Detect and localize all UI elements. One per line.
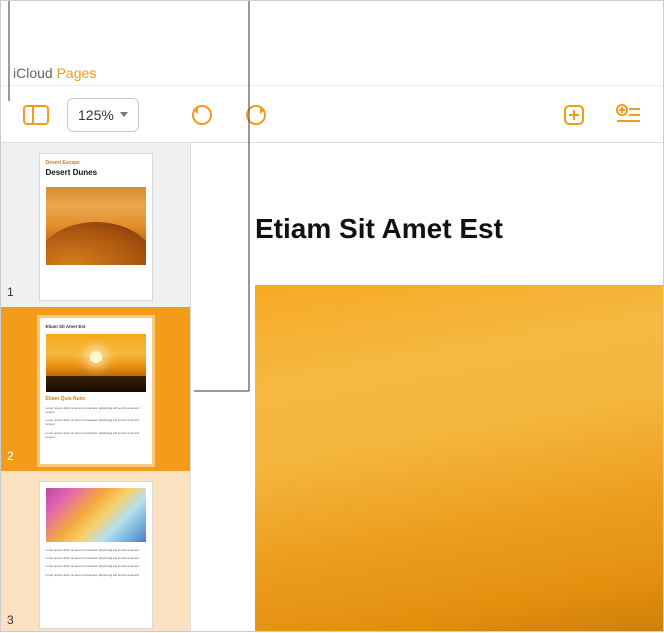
app-header: iCloud Pages: [1, 59, 663, 86]
page-thumbnails-sidebar[interactable]: Desert Escape Desert Dunes 1 Etiam Sit A…: [1, 143, 191, 631]
thumb3-image: [46, 488, 146, 542]
undo-button[interactable]: [179, 98, 225, 132]
thumb2-body: Lorem ipsum dolor sit amet consectetur a…: [46, 406, 146, 414]
zoom-value: 125%: [78, 107, 114, 123]
thumb3-body-c: Lorem ipsum dolor sit amet consectetur a…: [46, 564, 146, 568]
zoom-select[interactable]: 125%: [67, 98, 139, 132]
thumb2-heading: Etiam Sit Amet Est: [46, 324, 146, 330]
thumb2-body-b: Lorem ipsum dolor sit amet consectetur a…: [46, 418, 146, 426]
thumb3-body-d: Lorem ipsum dolor sit amet consectetur a…: [46, 573, 146, 577]
thumb2-image: [46, 334, 146, 392]
page-number-3: 3: [7, 613, 14, 627]
page-thumbnail-1[interactable]: Desert Escape Desert Dunes 1: [1, 143, 190, 307]
undo-icon: [190, 103, 214, 127]
thumb1-pretitle: Desert Escape: [46, 160, 146, 166]
insert-icon: [615, 104, 641, 126]
page-thumbnail-2[interactable]: Etiam Sit Amet Est Etiam Quis Nunc Lorem…: [1, 307, 190, 471]
icloud-label: iCloud: [13, 65, 53, 81]
page-thumbnail-3[interactable]: Lorem ipsum dolor sit amet consectetur a…: [1, 471, 190, 631]
thumb1-title: Desert Dunes: [46, 168, 146, 177]
page-number-2: 2: [7, 449, 14, 463]
thumb3-body: Lorem ipsum dolor sit amet consectetur a…: [46, 548, 146, 552]
hero-image[interactable]: [255, 285, 663, 631]
insert-button[interactable]: [605, 98, 651, 132]
view-sidebar-button[interactable]: [13, 98, 59, 132]
sidebar-icon: [23, 105, 49, 125]
thumb1-image: [46, 187, 146, 265]
chevron-down-icon: [120, 112, 128, 117]
document-page[interactable]: Etiam Sit Amet Est: [191, 143, 663, 631]
thumb2-body-c: Lorem ipsum dolor sit amet consectetur a…: [46, 431, 146, 439]
plus-icon: [562, 103, 586, 127]
thumb2-subhead: Etiam Quis Nunc: [46, 396, 146, 402]
redo-icon: [244, 103, 268, 127]
redo-button[interactable]: [233, 98, 279, 132]
document-editor[interactable]: Etiam Sit Amet Est: [191, 143, 663, 631]
toolbar: 125%: [1, 87, 663, 143]
add-button[interactable]: [551, 98, 597, 132]
page-title[interactable]: Etiam Sit Amet Est: [191, 143, 663, 285]
thumb3-body-b: Lorem ipsum dolor sit amet consectetur a…: [46, 556, 146, 560]
page-number-1: 1: [7, 285, 14, 299]
app-name-label: Pages: [57, 65, 97, 81]
